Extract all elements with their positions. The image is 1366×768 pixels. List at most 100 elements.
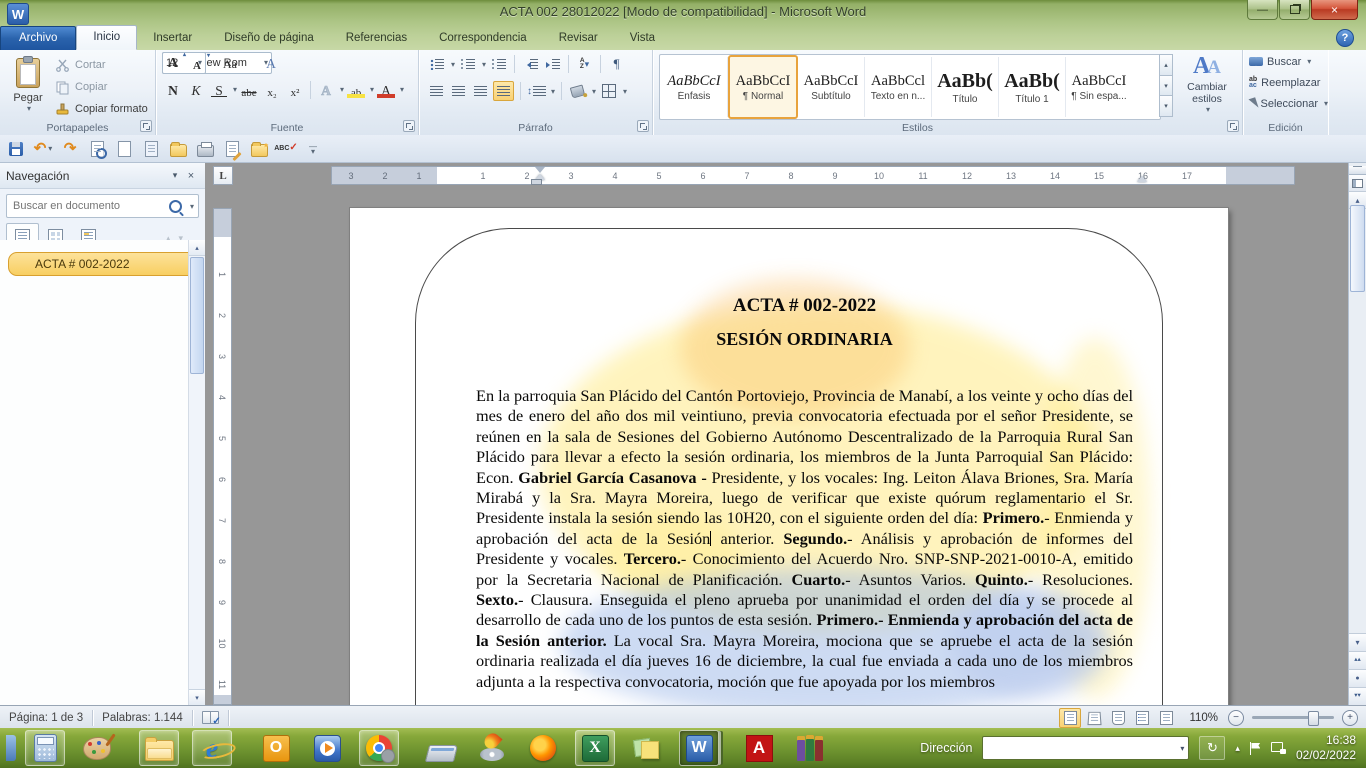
taskbar-scanner[interactable] [422, 731, 460, 765]
line-spacing-dropdown-icon[interactable]: ▾ [551, 87, 555, 96]
style-sin-espaciado[interactable]: AaBbCcI ¶ Sin espa... [1066, 57, 1132, 117]
taskbar-file-explorer[interactable] [139, 730, 179, 766]
new-document-button[interactable] [114, 139, 134, 159]
nav-scroll-down-icon[interactable]: ▾ [189, 689, 205, 705]
numbering-button[interactable] [458, 55, 477, 73]
styles-dialog-launcher[interactable] [1227, 120, 1239, 132]
taskbar-sticky-notes[interactable] [628, 731, 666, 765]
tab-inicio[interactable]: Inicio [76, 25, 137, 50]
close-button[interactable]: × [1311, 0, 1358, 20]
taskbar-word[interactable]: W [679, 730, 719, 766]
help-icon[interactable]: ? [1336, 29, 1354, 47]
bullets-button[interactable] [427, 55, 446, 73]
minimize-button[interactable]: — [1247, 0, 1278, 20]
save-button[interactable] [6, 139, 26, 159]
clear-formatting-button[interactable]: A [260, 53, 282, 72]
address-go-button[interactable]: ↻ [1199, 736, 1225, 760]
right-indent-marker[interactable] [1137, 171, 1147, 182]
taskbar-paint[interactable] [78, 731, 116, 765]
document-scrollbar[interactable]: ▴ ▾ ▴▴ ● ▾▾ [1348, 163, 1366, 705]
web-layout-button[interactable] [1107, 708, 1129, 728]
shading-button[interactable] [568, 82, 587, 100]
select-button[interactable]: Seleccionar ▾ [1243, 94, 1328, 113]
style-normal[interactable]: AaBbCcI ¶ Normal [728, 55, 798, 119]
address-combo[interactable]: ▾ [982, 736, 1189, 760]
favorites-button[interactable] [249, 139, 269, 159]
line-spacing-button[interactable]: ↕ [527, 82, 546, 100]
tab-revisar[interactable]: Revisar [543, 27, 614, 50]
align-left-button[interactable] [427, 82, 446, 100]
scroll-thumb[interactable] [1350, 205, 1365, 292]
bullets-dropdown-icon[interactable]: ▾ [451, 60, 455, 69]
underline-button[interactable]: S [208, 80, 230, 99]
font-dialog-launcher[interactable] [403, 120, 415, 132]
taskbar-edge-icon[interactable] [6, 735, 16, 761]
taskbar-cd-burner[interactable] [473, 731, 511, 765]
taskbar-firefox[interactable] [524, 731, 562, 765]
document-paragraph[interactable]: En la parroquia San Plácido del Cantón P… [476, 386, 1133, 692]
cut-button[interactable]: Cortar [52, 56, 151, 74]
taskbar-media-player[interactable] [308, 731, 346, 765]
zoom-slider-thumb[interactable] [1308, 711, 1319, 726]
taskbar-excel[interactable]: X [575, 730, 615, 766]
print-layout-view-button[interactable] [1059, 708, 1081, 728]
zoom-in-button[interactable]: + [1342, 710, 1358, 726]
borders-button[interactable] [599, 82, 618, 100]
font-color-button[interactable]: A [375, 80, 397, 99]
taskbar-internet-explorer[interactable]: e [192, 730, 232, 766]
nav-scroll-up-icon[interactable]: ▴ [189, 240, 205, 256]
select-browse-object-button[interactable]: ● [1349, 669, 1366, 687]
edit-button[interactable] [222, 139, 242, 159]
shrink-font-button[interactable]: A [186, 53, 208, 72]
style-titulo-1[interactable]: AaBb( Título 1 [999, 57, 1066, 117]
shading-dropdown-icon[interactable]: ▾ [592, 87, 596, 96]
bold-button[interactable]: N [162, 80, 184, 99]
left-indent-marker[interactable] [531, 179, 542, 185]
tab-insertar[interactable]: Insertar [137, 27, 208, 50]
sort-button[interactable]: AZ ▾ [575, 55, 594, 73]
outline-view-button[interactable] [1131, 708, 1153, 728]
style-enfasis[interactable]: AaBbCcI Énfasis [661, 57, 728, 117]
text-effects-dropdown-icon[interactable]: ▾ [340, 85, 344, 94]
multilevel-list-button[interactable] [489, 55, 508, 73]
subscript-button[interactable]: x₂ [261, 80, 283, 99]
paste-button[interactable]: Pegar ▾ [5, 54, 51, 120]
tab-diseno[interactable]: Diseño de página [208, 27, 330, 50]
find-button[interactable]: Buscar ▾ [1243, 52, 1328, 71]
split-handle[interactable] [1349, 166, 1366, 175]
clock[interactable]: 16:38 02/02/2022 [1296, 733, 1360, 763]
styles-scroll-up-button[interactable]: ▴ [1159, 54, 1173, 76]
font-color-dropdown-icon[interactable]: ▾ [400, 85, 404, 94]
previous-page-button[interactable]: ▴▴ [1349, 651, 1366, 669]
tab-vista[interactable]: Vista [614, 27, 671, 50]
justify-button[interactable] [493, 81, 514, 101]
scroll-down-icon[interactable]: ▾ [1349, 633, 1366, 651]
word-count[interactable]: Palabras: 1.144 [93, 706, 192, 729]
change-case-button[interactable]: Aa [219, 53, 241, 72]
more-commands-button[interactable]: —▾ [303, 139, 323, 159]
taskbar-calculator[interactable] [25, 730, 65, 766]
zoom-slider-track[interactable] [1252, 716, 1334, 719]
clipboard-dialog-launcher[interactable] [140, 120, 152, 132]
navigation-search-box[interactable]: ▾ [6, 194, 199, 218]
taskbar-chrome[interactable] [359, 730, 399, 766]
styles-scroll-down-button[interactable]: ▾ [1159, 75, 1173, 97]
undo-dropdown-icon[interactable]: ▾ [48, 144, 52, 153]
align-right-button[interactable] [471, 82, 490, 100]
format-painter-button[interactable]: Copiar formato [52, 100, 151, 118]
heading-item-acta[interactable]: ACTA # 002-2022 [8, 252, 206, 276]
align-center-button[interactable] [449, 82, 468, 100]
paste-dropdown-icon[interactable]: ▾ [27, 104, 31, 113]
redo-button[interactable]: ↷ [60, 139, 80, 159]
italic-button[interactable]: K [185, 80, 207, 99]
highlight-dropdown-icon[interactable]: ▾ [370, 85, 374, 94]
nav-scroll-thumb[interactable] [190, 257, 204, 374]
full-screen-reading-button[interactable] [1083, 708, 1105, 728]
print-button[interactable] [195, 139, 215, 159]
show-marks-button[interactable]: ¶ [607, 55, 626, 73]
network-icon[interactable] [1271, 742, 1286, 754]
grow-font-button[interactable]: A [162, 53, 184, 72]
tab-referencias[interactable]: Referencias [330, 27, 423, 50]
search-dropdown-icon[interactable]: ▾ [190, 202, 194, 211]
search-icon[interactable] [169, 200, 182, 213]
